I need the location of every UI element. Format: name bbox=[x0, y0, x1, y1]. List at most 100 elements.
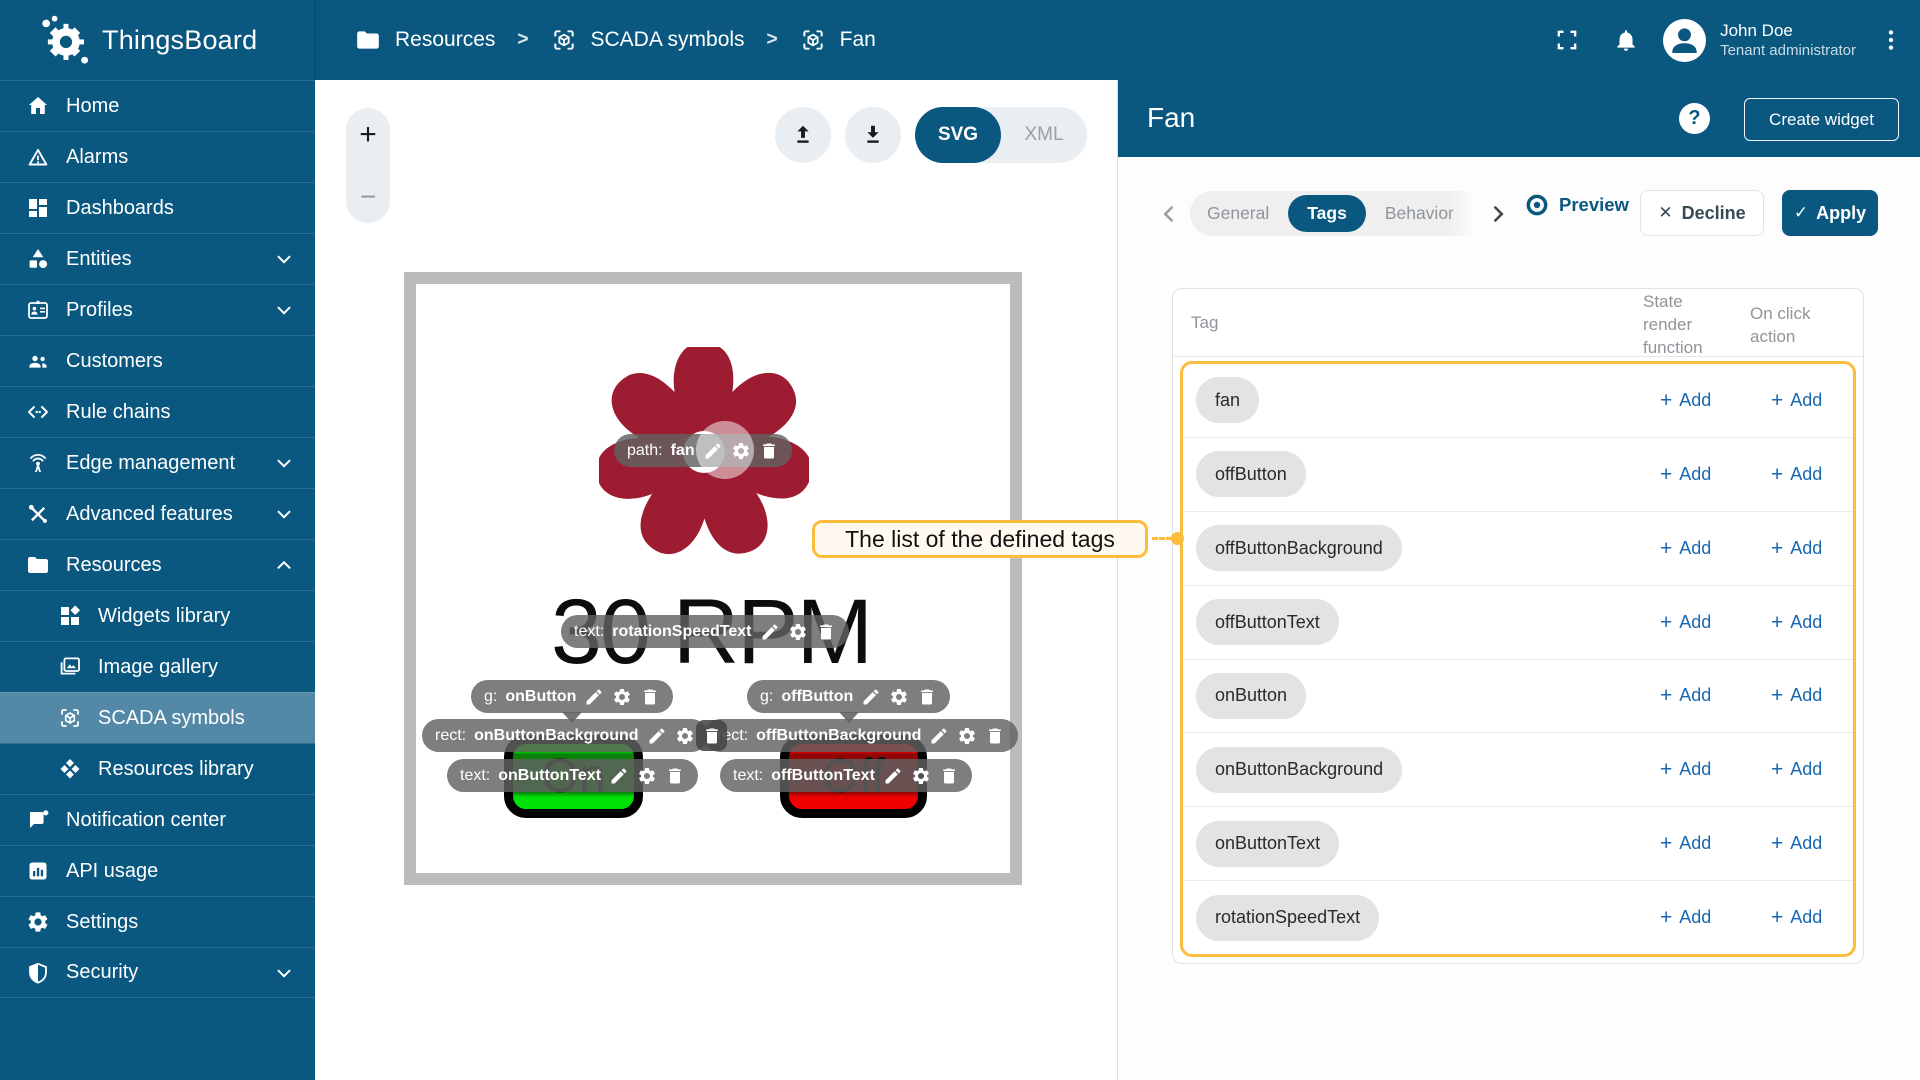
kebab-menu-icon[interactable] bbox=[1878, 27, 1904, 53]
delete-trash-button[interactable] bbox=[696, 720, 727, 751]
edit-pencil-icon[interactable] bbox=[861, 687, 881, 707]
tag-chip[interactable]: fan bbox=[1196, 377, 1260, 424]
delete-trash-icon[interactable] bbox=[640, 687, 660, 707]
sidebar-item-label: Security bbox=[66, 961, 139, 983]
zoom-out-button[interactable]: − bbox=[360, 183, 376, 211]
toggle-option-xml[interactable]: XML bbox=[1001, 107, 1087, 163]
tag-chip[interactable]: onButton bbox=[1196, 672, 1307, 719]
sidebar-item-notification-center[interactable]: Notification center bbox=[0, 794, 315, 845]
add-state-render-function-button[interactable]: + Add bbox=[1660, 390, 1711, 411]
sidebar-item-security[interactable]: Security bbox=[0, 947, 315, 998]
edit-pencil-icon[interactable] bbox=[584, 687, 604, 707]
advanced-features-icon bbox=[28, 504, 47, 523]
defined-tags-highlight-box: fan + Add + Add offButton + Add + Add offBut… bbox=[1180, 361, 1856, 957]
add-on-click-action-button[interactable]: + Add bbox=[1771, 833, 1822, 854]
edit-pencil-icon[interactable] bbox=[929, 726, 949, 746]
add-state-render-function-button[interactable]: + Add bbox=[1660, 759, 1711, 780]
edit-pencil-icon[interactable] bbox=[647, 726, 667, 746]
help-icon[interactable]: ? bbox=[1679, 103, 1710, 134]
download-button[interactable] bbox=[845, 107, 901, 163]
sidebar-item-home[interactable]: Home bbox=[0, 80, 315, 131]
sidebar-item-widgets-library[interactable]: Widgets library bbox=[0, 590, 315, 641]
breadcrumb: Resources > SCADA symbols > Fan bbox=[355, 0, 876, 80]
add-state-render-function-button[interactable]: + Add bbox=[1660, 538, 1711, 559]
settings-gear-icon[interactable] bbox=[731, 441, 751, 461]
settings-gear-icon[interactable] bbox=[957, 726, 977, 746]
tag-chip[interactable]: onButtonText bbox=[1196, 820, 1340, 867]
add-state-render-function-button[interactable]: + Add bbox=[1660, 833, 1711, 854]
edit-pencil-icon[interactable] bbox=[703, 441, 723, 461]
tag-chip[interactable]: offButton bbox=[1196, 451, 1306, 498]
add-on-click-action-button[interactable]: + Add bbox=[1771, 538, 1822, 559]
sidebar-item-edge-management[interactable]: Edge management bbox=[0, 437, 315, 488]
tag-chip[interactable]: offButtonText bbox=[1196, 599, 1339, 646]
settings-gear-icon[interactable] bbox=[889, 687, 909, 707]
sidebar-item-scada-symbols[interactable]: SCADA symbols bbox=[0, 692, 315, 743]
add-on-click-action-button[interactable]: + Add bbox=[1771, 464, 1822, 485]
sidebar-item-dashboards[interactable]: Dashboards bbox=[0, 182, 315, 233]
sidebar-item-entities[interactable]: Entities bbox=[0, 233, 315, 284]
thingsboard-logo-icon bbox=[42, 15, 89, 64]
user-info[interactable]: John Doe Tenant administrator bbox=[1720, 20, 1856, 60]
add-on-click-action-button[interactable]: + Add bbox=[1771, 685, 1822, 706]
zoom-in-button[interactable]: + bbox=[359, 120, 377, 150]
tabs-scroll-right-icon[interactable] bbox=[1485, 201, 1511, 227]
fullscreen-icon[interactable] bbox=[1553, 26, 1581, 54]
tag-chip[interactable]: onButtonBackground bbox=[1196, 746, 1403, 793]
apply-button[interactable]: ✓ Apply bbox=[1782, 190, 1878, 236]
upload-icon bbox=[797, 125, 809, 143]
sidebar-item-label: Rule chains bbox=[66, 400, 171, 423]
add-state-render-function-button[interactable]: + Add bbox=[1660, 685, 1711, 706]
tag-chip[interactable]: offButtonBackground bbox=[1196, 525, 1402, 572]
create-widget-button[interactable]: Create widget bbox=[1744, 98, 1899, 141]
add-state-render-function-button[interactable]: + Add bbox=[1660, 612, 1711, 633]
sidebar-item-settings[interactable]: Settings bbox=[0, 896, 315, 947]
sidebar-item-resources[interactable]: Resources bbox=[0, 539, 315, 590]
avatar[interactable] bbox=[1663, 18, 1707, 62]
annotation-tooltip: The list of the defined tags bbox=[812, 520, 1148, 558]
add-on-click-action-button[interactable]: + Add bbox=[1771, 759, 1822, 780]
decline-button[interactable]: ✕ Decline bbox=[1640, 190, 1764, 236]
tabs-scroll-left-icon[interactable] bbox=[1156, 201, 1182, 227]
upload-button[interactable] bbox=[775, 107, 831, 163]
app-logo[interactable]: ThingsBoard bbox=[0, 0, 316, 80]
sidebar-item-alarms[interactable]: Alarms bbox=[0, 131, 315, 182]
notifications-bell-icon[interactable] bbox=[1613, 27, 1639, 53]
preview-button[interactable]: Preview bbox=[1524, 192, 1629, 218]
settings-gear-icon[interactable] bbox=[637, 766, 657, 786]
tab-general[interactable]: General bbox=[1190, 191, 1286, 236]
tag-chip[interactable]: rotationSpeedText bbox=[1196, 894, 1380, 941]
sidebar-item-image-gallery[interactable]: Image gallery bbox=[0, 641, 315, 692]
image-gallery-icon bbox=[60, 657, 80, 675]
breadcrumb-item-scada-symbols[interactable]: SCADA symbols bbox=[591, 28, 745, 52]
edit-pencil-icon[interactable] bbox=[760, 622, 780, 642]
edit-pencil-icon[interactable] bbox=[883, 766, 903, 786]
add-label: Add bbox=[1679, 833, 1712, 854]
settings-gear-icon[interactable] bbox=[911, 766, 931, 786]
sidebar-item-resources-library[interactable]: Resources library bbox=[0, 743, 315, 794]
add-state-render-function-button[interactable]: + Add bbox=[1660, 907, 1711, 928]
edit-pencil-icon[interactable] bbox=[609, 766, 629, 786]
sidebar-item-label: Resources bbox=[66, 553, 162, 576]
sidebar-item-customers[interactable]: Customers bbox=[0, 335, 315, 386]
delete-trash-icon[interactable] bbox=[816, 622, 836, 642]
tab-tags[interactable]: Tags bbox=[1288, 195, 1366, 232]
delete-trash-icon[interactable] bbox=[985, 726, 1005, 746]
delete-trash-icon[interactable] bbox=[917, 687, 937, 707]
add-state-render-function-button[interactable]: + Add bbox=[1660, 464, 1711, 485]
delete-trash-icon[interactable] bbox=[759, 441, 779, 461]
settings-gear-icon[interactable] bbox=[788, 622, 808, 642]
delete-trash-icon[interactable] bbox=[665, 766, 685, 786]
breadcrumb-item-resources[interactable]: Resources bbox=[395, 28, 495, 52]
add-on-click-action-button[interactable]: + Add bbox=[1771, 907, 1822, 928]
add-on-click-action-button[interactable]: + Add bbox=[1771, 390, 1822, 411]
sidebar-item-api-usage[interactable]: API usage bbox=[0, 845, 315, 896]
sidebar-item-rule-chains[interactable]: Rule chains bbox=[0, 386, 315, 437]
sidebar-item-profiles[interactable]: Profiles bbox=[0, 284, 315, 335]
settings-gear-icon[interactable] bbox=[675, 726, 695, 746]
add-on-click-action-button[interactable]: + Add bbox=[1771, 612, 1822, 633]
sidebar-item-advanced-features[interactable]: Advanced features bbox=[0, 488, 315, 539]
settings-gear-icon[interactable] bbox=[612, 687, 632, 707]
toggle-option-svg[interactable]: SVG bbox=[915, 107, 1001, 163]
delete-trash-icon[interactable] bbox=[939, 766, 959, 786]
